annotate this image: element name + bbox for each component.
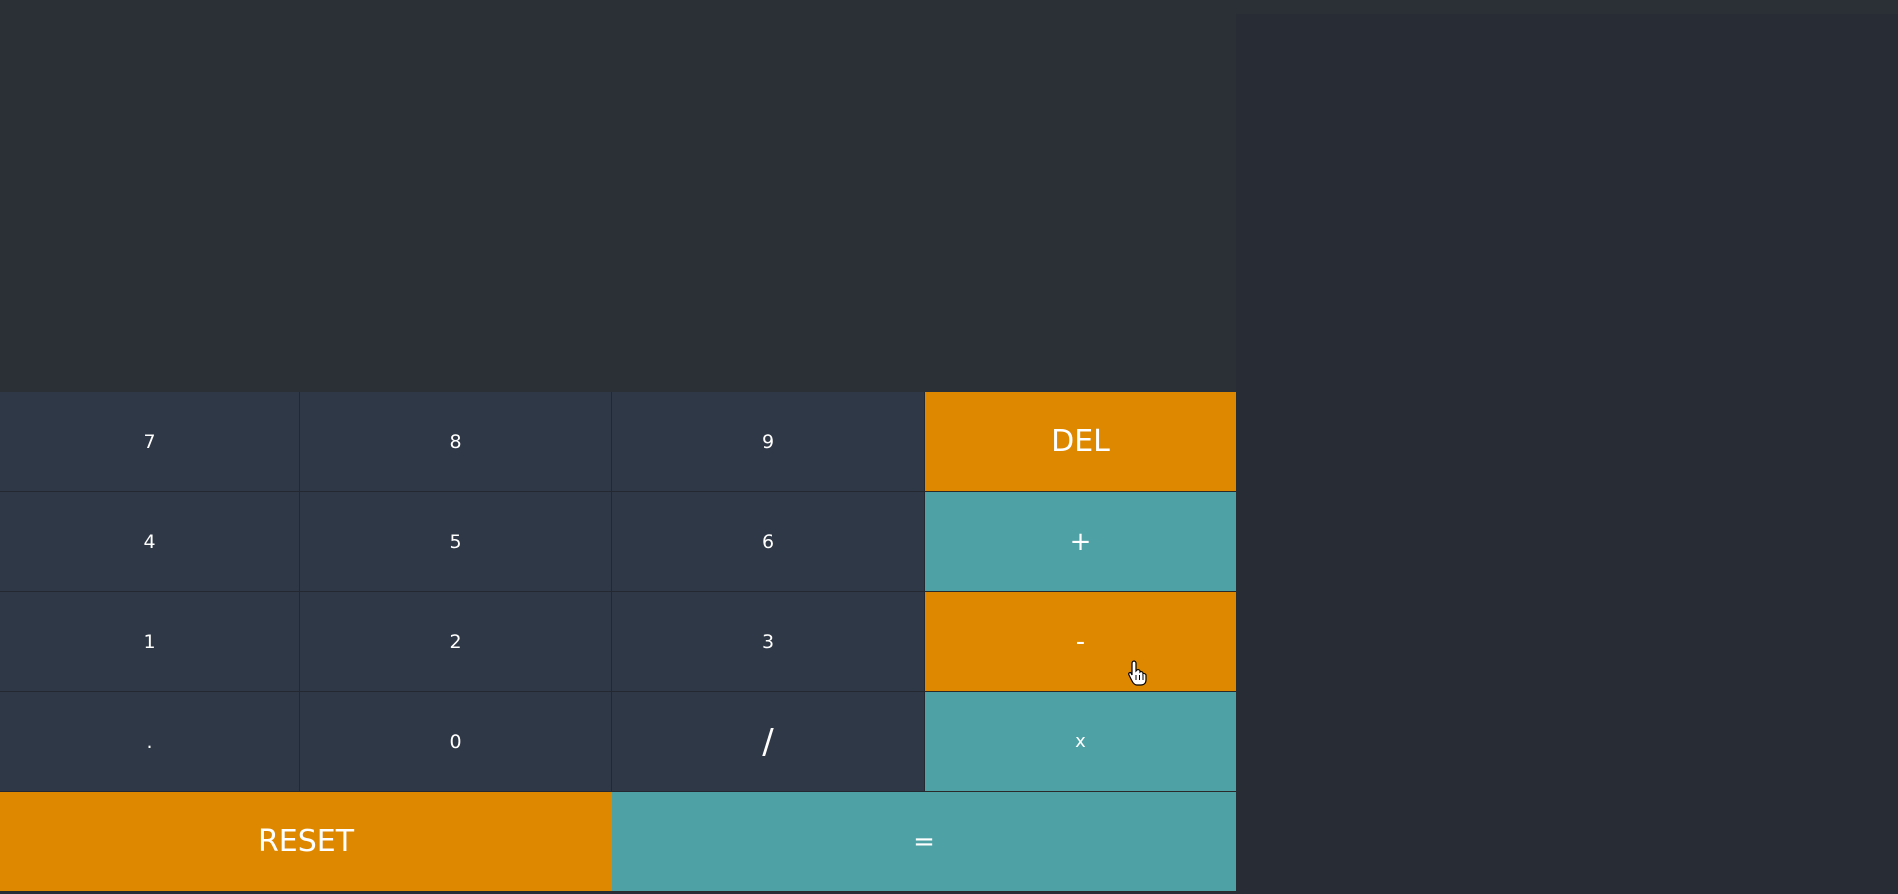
key-8[interactable]: 8 (300, 392, 612, 492)
key-4[interactable]: 4 (0, 492, 300, 592)
calculator-keypad: 7 8 9 DEL 4 5 6 + 1 2 3 - . 0 / x RESET … (0, 392, 1236, 892)
add-button[interactable]: + (925, 492, 1236, 592)
key-0[interactable]: 0 (300, 692, 612, 792)
title-strip (0, 0, 1898, 14)
key-7[interactable]: 7 (0, 392, 300, 492)
reset-button[interactable]: RESET (0, 792, 612, 892)
multiply-button[interactable]: x (925, 692, 1236, 792)
key-2[interactable]: 2 (300, 592, 612, 692)
key-9[interactable]: 9 (612, 392, 925, 492)
divide-button[interactable]: / (612, 692, 925, 792)
key-3[interactable]: 3 (612, 592, 925, 692)
delete-button[interactable]: DEL (925, 392, 1236, 492)
calculator-display (0, 14, 1236, 392)
key-1[interactable]: 1 (0, 592, 300, 692)
key-6[interactable]: 6 (612, 492, 925, 592)
decimal-point-key[interactable]: . (0, 692, 300, 792)
key-5[interactable]: 5 (300, 492, 612, 592)
subtract-button[interactable]: - (925, 592, 1236, 692)
equals-button[interactable]: = (612, 792, 1236, 892)
